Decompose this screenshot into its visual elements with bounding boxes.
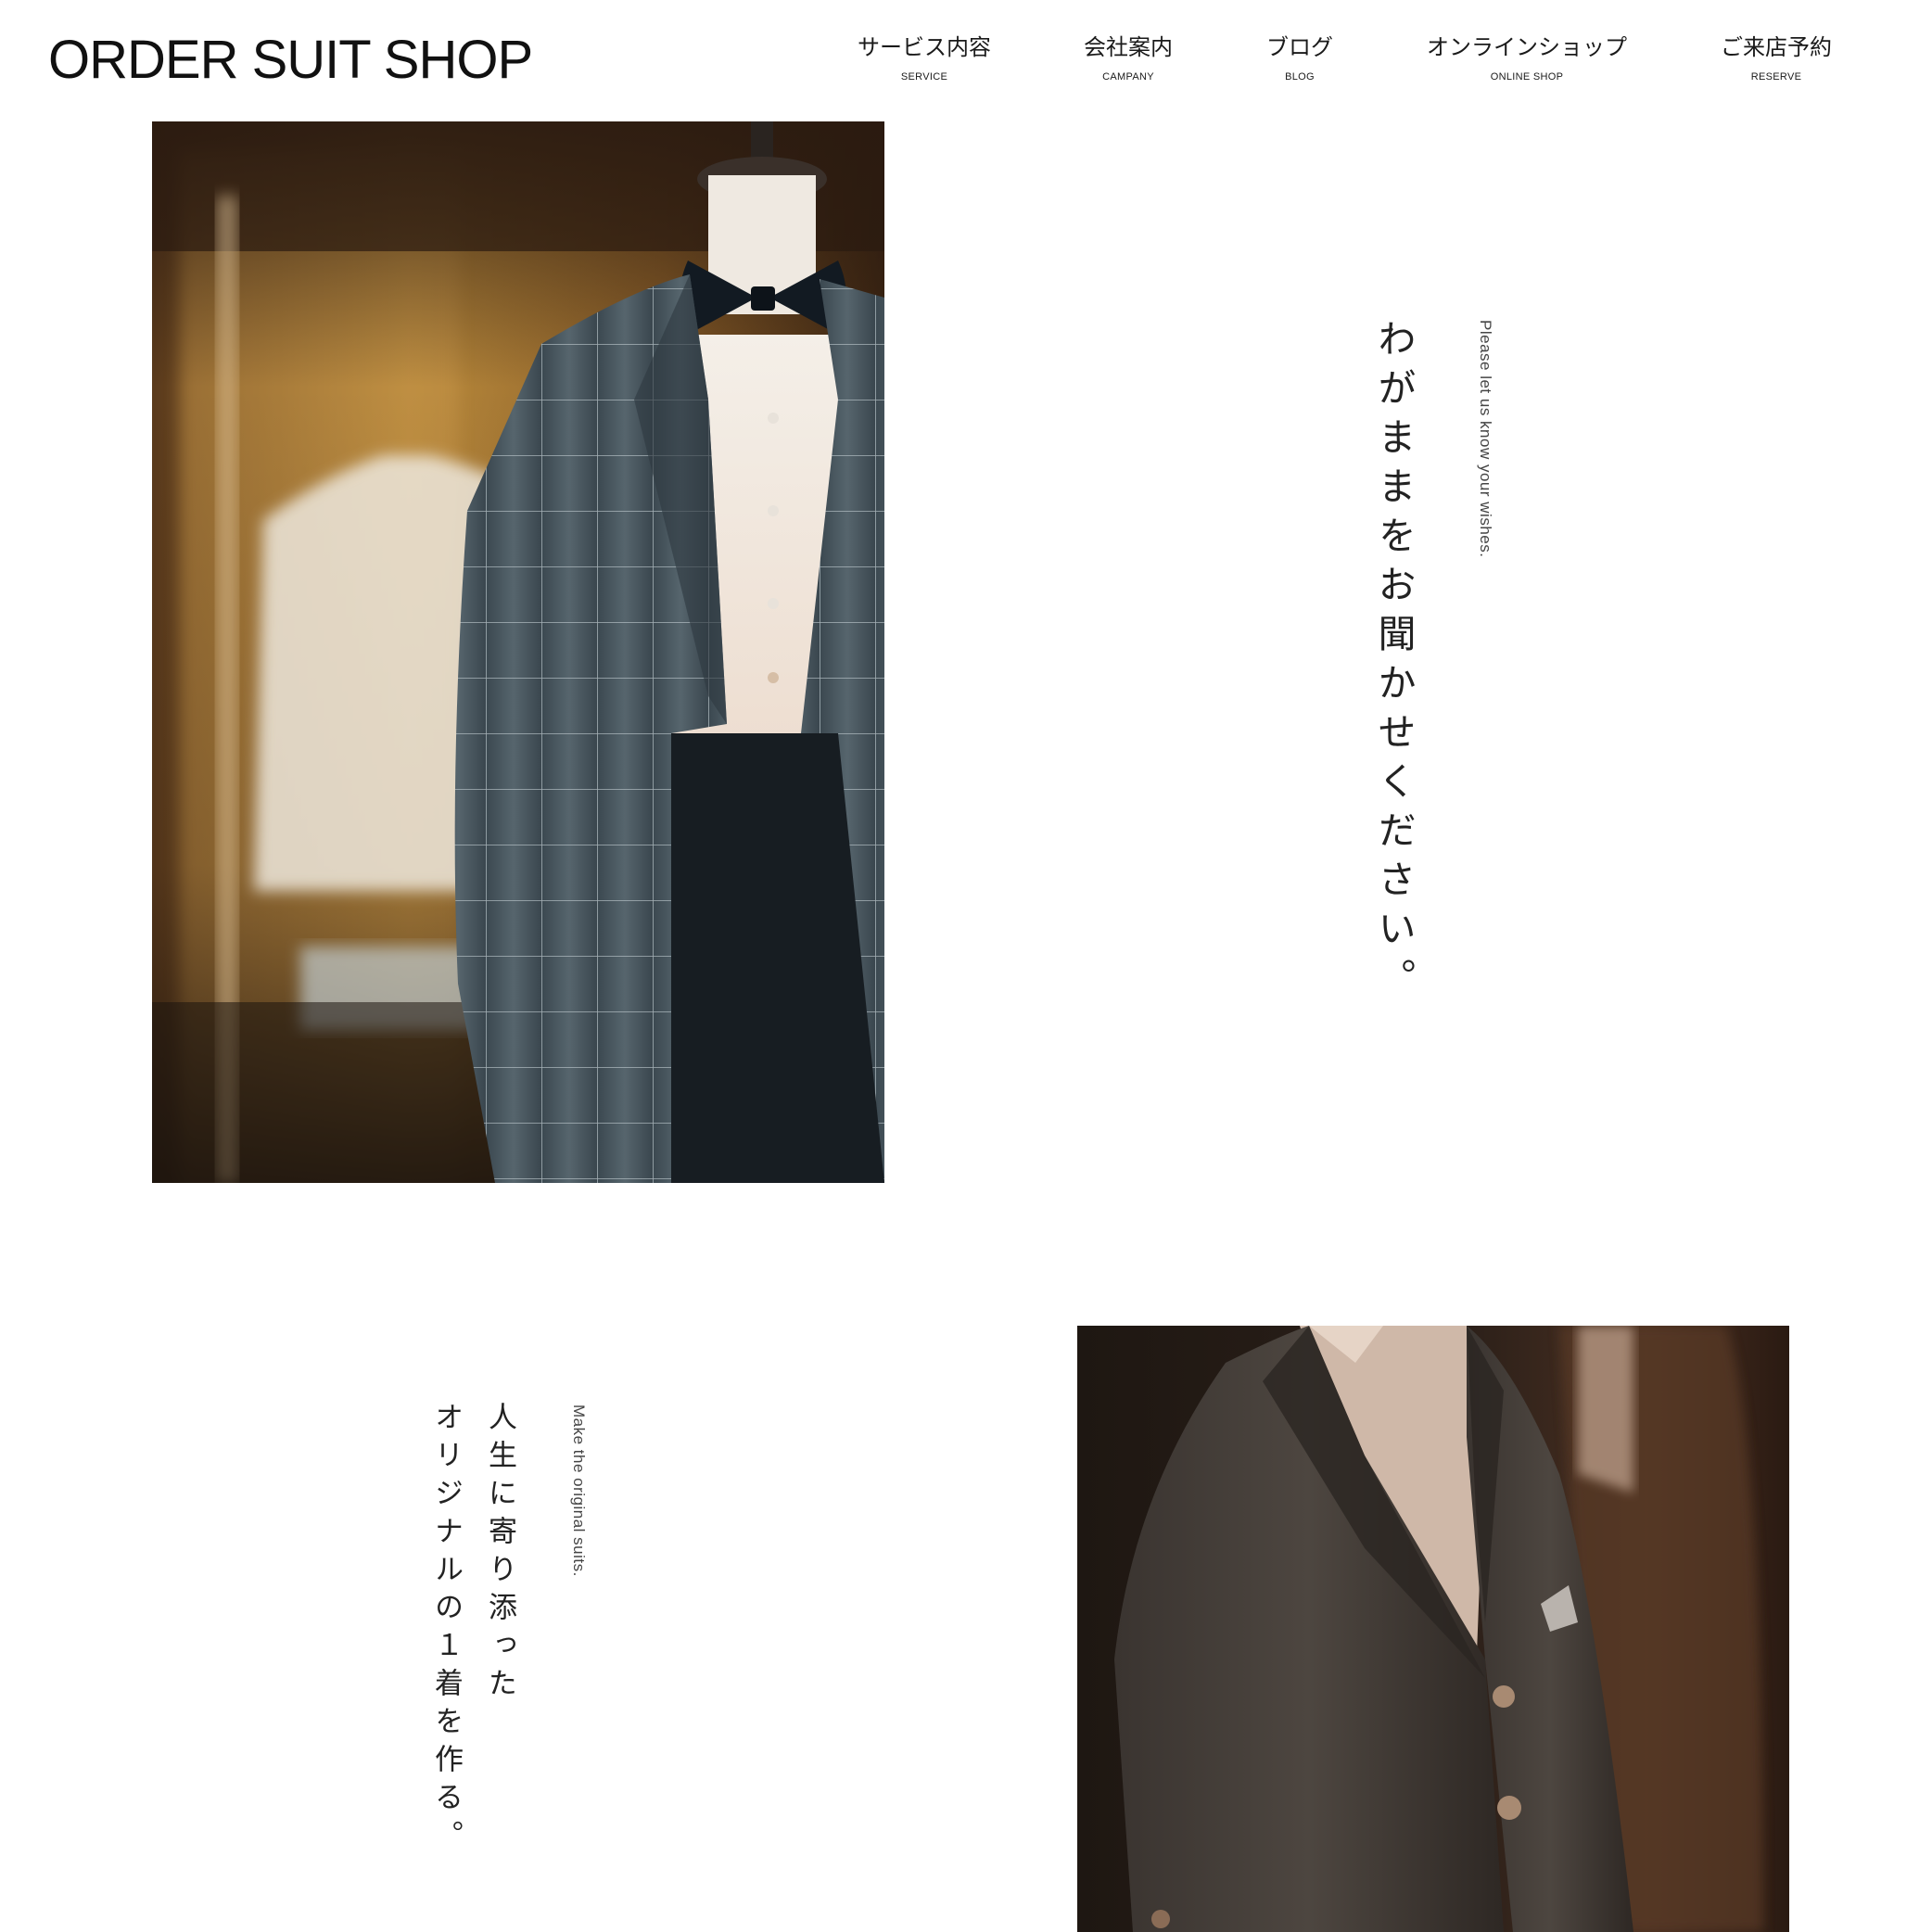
nav-item-blog[interactable]: ブログ BLOG: [1266, 33, 1333, 84]
section-2-heading-line: 人生に寄り添った: [483, 1402, 516, 1706]
global-nav: サービス内容 SERVICE 会社案内 CAMPANY ブログ BLOG オンラ…: [0, 33, 1932, 89]
section-2-heading: 人生に寄り添った オリジナルの１着を作る。: [419, 1402, 527, 1865]
nav-item-label: オンラインショップ: [1427, 34, 1627, 60]
section-1-subheading: Please let us know your wishes.: [1477, 320, 1494, 558]
section-2-subheading: Make the original suits.: [570, 1405, 588, 1577]
nav-item-service[interactable]: サービス内容 SERVICE: [858, 33, 991, 84]
suit-mannequin-photo: [152, 121, 884, 1183]
nav-item-sublabel: CAMPANY: [1102, 71, 1154, 83]
nav-item-online-shop[interactable]: オンラインショップ ONLINE SHOP: [1427, 33, 1627, 84]
nav-item-reserve[interactable]: ご来店予約 RESERVE: [1721, 33, 1832, 84]
nav-item-label: サービス内容: [858, 34, 991, 60]
dark-jacket-illustration: [1077, 1326, 1789, 1932]
nav-item-sublabel: SERVICE: [900, 71, 948, 83]
section-1-heading: わがままをお聞かせください。: [1371, 319, 1416, 1007]
dark-jacket-photo: [1077, 1326, 1789, 1932]
suit-mannequin-illustration: [152, 121, 884, 1183]
nav-item-label: ご来店予約: [1721, 34, 1832, 60]
nav-item-sublabel: BLOG: [1285, 71, 1315, 83]
nav-item-sublabel: ONLINE SHOP: [1490, 71, 1564, 83]
nav-item-company[interactable]: 会社案内 CAMPANY: [1084, 33, 1173, 84]
nav-item-label: 会社案内: [1084, 34, 1173, 60]
nav-item-label: ブログ: [1266, 34, 1333, 60]
nav-item-sublabel: RESERVE: [1750, 71, 1802, 83]
section-2-heading-line: オリジナルの１着を作る。: [429, 1402, 463, 1858]
